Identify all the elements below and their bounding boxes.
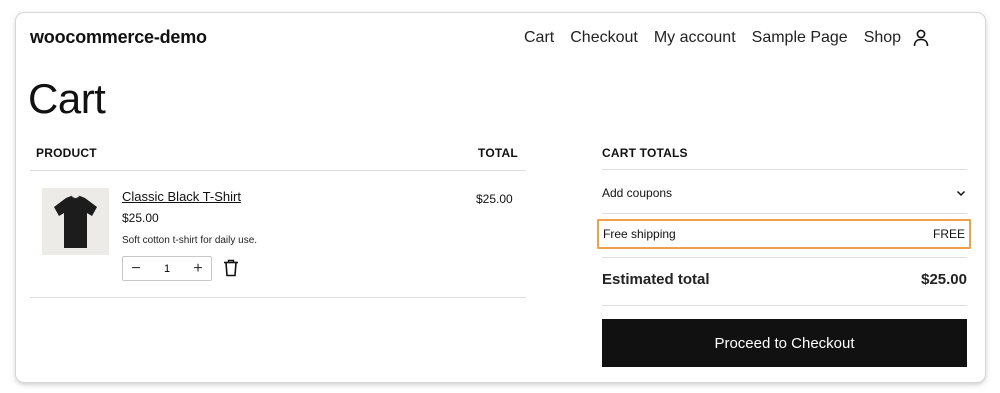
decrease-quantity-button[interactable]: −	[129, 260, 143, 277]
browser-frame: woocommerce-demo Cart Checkout My accoun…	[16, 13, 985, 382]
cart-totals-divider	[602, 169, 967, 170]
product-name-link[interactable]: Classic Black T-Shirt	[122, 189, 241, 204]
table-header-divider	[30, 170, 526, 171]
shipping-row-highlighted: Free shipping FREE	[597, 219, 971, 249]
product-description: Soft cotton t-shirt for daily use.	[122, 235, 258, 246]
increase-quantity-button[interactable]: +	[191, 260, 205, 277]
add-coupons-label: Add coupons	[602, 186, 673, 200]
estimated-total-divider	[602, 305, 967, 306]
estimated-total-label: Estimated total	[602, 271, 710, 288]
column-header-product: PRODUCT	[36, 146, 97, 160]
product-price: $25.00	[122, 211, 159, 225]
shipping-divider	[602, 257, 967, 258]
cart-totals-heading: CART TOTALS	[602, 146, 688, 160]
quantity-input[interactable]	[152, 262, 182, 275]
shipping-method-label: Free shipping	[603, 227, 676, 241]
site-title[interactable]: woocommerce-demo	[30, 27, 207, 48]
product-thumbnail[interactable]	[42, 188, 109, 255]
chevron-down-icon	[956, 190, 966, 197]
shipping-cost: FREE	[932, 227, 965, 241]
quantity-stepper: − +	[122, 256, 212, 281]
user-icon[interactable]	[911, 28, 931, 48]
page-title: Cart	[28, 75, 106, 122]
nav-item-checkout[interactable]: Checkout	[570, 29, 638, 47]
proceed-to-checkout-button[interactable]: Proceed to Checkout	[602, 319, 967, 367]
nav-item-shop[interactable]: Shop	[864, 29, 901, 47]
table-bottom-divider	[30, 297, 526, 298]
estimated-total-value: $25.00	[921, 271, 967, 288]
add-coupons-toggle[interactable]: Add coupons	[602, 183, 967, 203]
nav-item-cart[interactable]: Cart	[524, 29, 554, 47]
tshirt-icon	[42, 188, 109, 255]
nav-item-my-account[interactable]: My account	[654, 29, 736, 47]
column-header-total: TOTAL	[478, 146, 518, 160]
main-nav: Cart Checkout My account Sample Page Sho…	[524, 28, 931, 48]
estimated-total-row: Estimated total $25.00	[602, 271, 967, 288]
nav-item-sample-page[interactable]: Sample Page	[752, 29, 848, 47]
line-item-total: $25.00	[476, 192, 513, 206]
coupons-divider	[602, 213, 967, 214]
trash-icon[interactable]	[223, 259, 239, 277]
